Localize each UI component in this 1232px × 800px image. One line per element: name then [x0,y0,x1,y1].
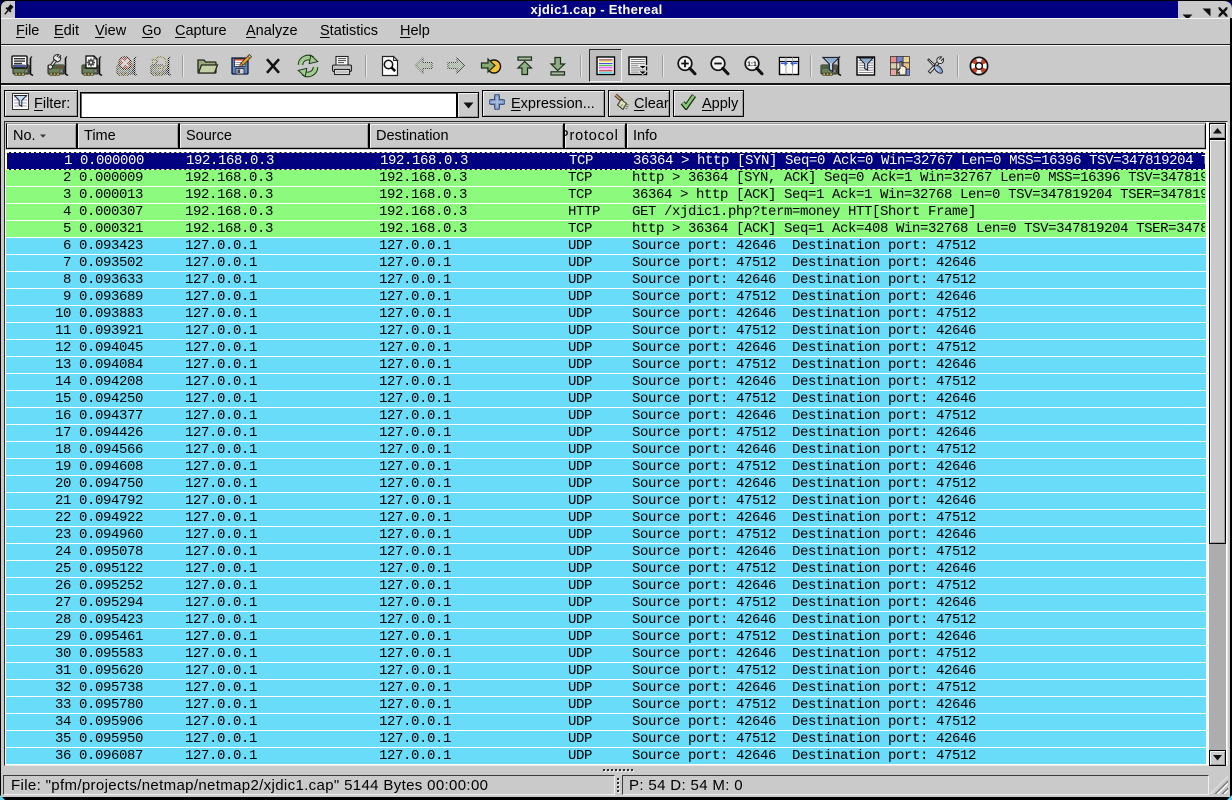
svg-text:1:1: 1:1 [747,61,757,68]
